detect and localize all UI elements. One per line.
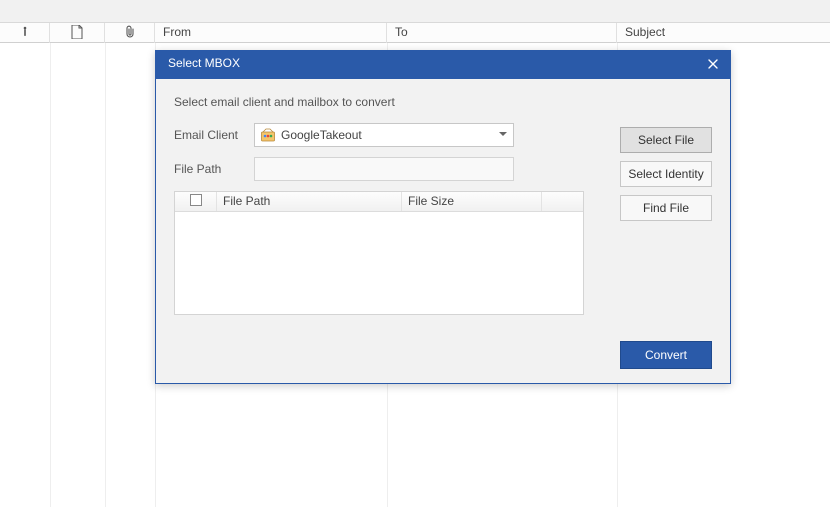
checkbox-icon xyxy=(190,194,202,206)
dialog-title-text: Select MBOX xyxy=(168,56,240,70)
column-to[interactable]: To xyxy=(387,23,617,43)
select-identity-button[interactable]: Select Identity xyxy=(620,161,712,187)
header-checkbox-cell[interactable] xyxy=(175,192,217,211)
column-from[interactable]: From xyxy=(155,23,387,43)
grid-line xyxy=(50,43,51,507)
header-spacer xyxy=(542,192,583,211)
paperclip-icon xyxy=(105,25,154,39)
column-header-row: From To Subject xyxy=(0,23,830,43)
select-mbox-dialog: Select MBOX Select email client and mail… xyxy=(155,50,731,384)
dialog-instruction: Select email client and mailbox to conve… xyxy=(174,95,712,109)
email-client-label: Email Client xyxy=(174,128,254,142)
header-file-size[interactable]: File Size xyxy=(402,192,542,211)
column-read[interactable] xyxy=(50,23,105,43)
flag-icon xyxy=(18,25,32,39)
grid-line xyxy=(105,43,106,507)
file-table: File Path File Size xyxy=(174,191,584,315)
column-subject[interactable]: Subject xyxy=(617,23,830,43)
file-table-header: File Path File Size xyxy=(175,192,583,212)
file-path-input[interactable] xyxy=(254,157,514,181)
convert-button[interactable]: Convert xyxy=(620,341,712,369)
find-file-button[interactable]: Find File xyxy=(620,195,712,221)
file-path-label: File Path xyxy=(174,162,254,176)
close-icon xyxy=(704,55,722,73)
column-flag[interactable] xyxy=(0,23,50,43)
toolbar-strip xyxy=(0,0,830,23)
email-client-dropdown[interactable]: GoogleTakeout xyxy=(254,123,514,147)
select-file-button[interactable]: Select File xyxy=(620,127,712,153)
column-attachment[interactable] xyxy=(105,23,155,43)
close-button[interactable] xyxy=(704,55,722,73)
dialog-titlebar: Select MBOX xyxy=(156,51,730,79)
page-icon xyxy=(50,25,104,39)
email-client-value: GoogleTakeout xyxy=(281,128,362,142)
header-file-path[interactable]: File Path xyxy=(217,192,402,211)
takeout-icon xyxy=(260,127,276,143)
chevron-down-icon xyxy=(499,132,507,136)
